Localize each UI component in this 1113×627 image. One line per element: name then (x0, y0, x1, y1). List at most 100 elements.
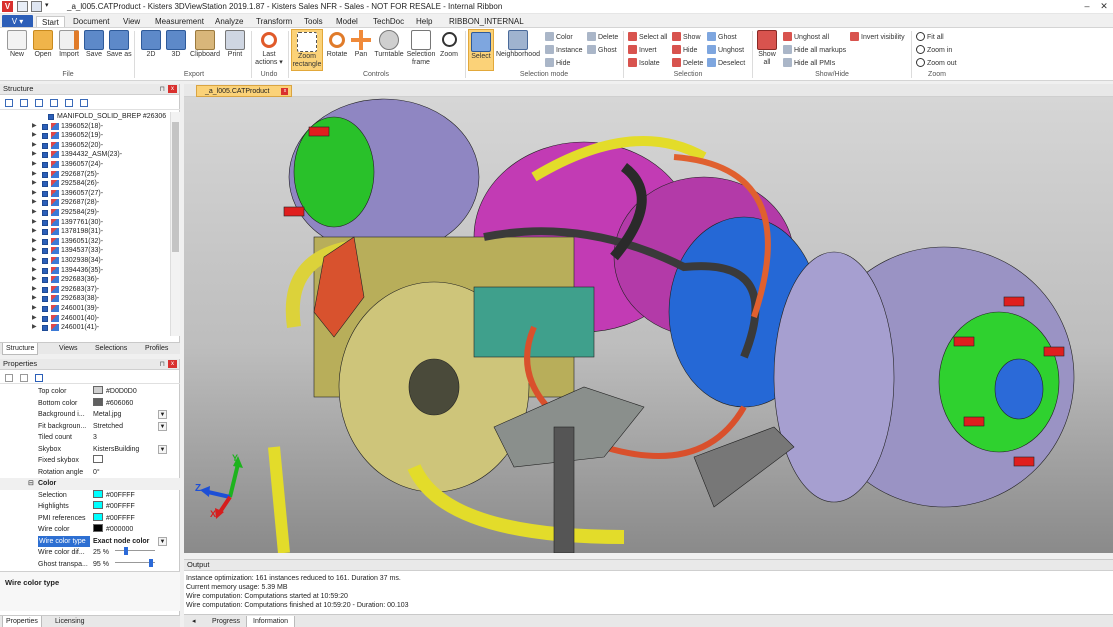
print-quick-icon[interactable] (31, 1, 42, 12)
property-value[interactable]: KistersBuilding (93, 444, 139, 456)
close-panel-button[interactable]: x (168, 85, 177, 93)
dropdown-arrow-icon[interactable]: ▼ (158, 444, 167, 454)
tree-row[interactable]: ▶ 292584(29)- (0, 208, 170, 218)
clipboard-button[interactable]: Clipboard (188, 30, 222, 59)
visibility-checkbox[interactable] (42, 152, 48, 159)
expand-arrow-icon[interactable]: ▶ (32, 246, 37, 256)
expand-arrow-icon[interactable]: ▶ (32, 314, 37, 324)
property-row[interactable]: Selection #00FFFF (0, 489, 180, 502)
tree-row[interactable]: ▶ 292683(38)- (0, 294, 170, 304)
tree-row[interactable]: ▶ 1397761(30)- (0, 218, 170, 228)
visibility-checkbox[interactable] (42, 258, 48, 264)
property-row[interactable]: Highlights #00FFFF (0, 501, 180, 513)
checkbox[interactable] (93, 455, 103, 463)
tree-row[interactable]: ▶ 246001(41)- (0, 323, 170, 333)
show-all-button[interactable]: Show all (756, 30, 778, 67)
property-value[interactable]: #D0D0D0 (93, 386, 137, 398)
unghost-all-button[interactable]: Unghost all (783, 32, 829, 43)
visibility-checkbox[interactable] (42, 142, 48, 149)
tree-row[interactable]: ▶ 1394432_ASM(23)- (0, 150, 170, 160)
unghost-button[interactable]: Unghost (707, 45, 744, 56)
visibility-checkbox[interactable] (42, 248, 48, 255)
expand-arrow-icon[interactable]: ▶ (32, 294, 37, 304)
expand-arrow-icon[interactable]: ▶ (32, 218, 37, 228)
visibility-checkbox[interactable] (42, 123, 48, 130)
hide-button[interactable]: Hide (672, 45, 697, 56)
property-row[interactable]: Fit backgroun... Stretched ▼ (0, 421, 180, 433)
tree-row[interactable]: ▶ 292687(25)- (0, 170, 170, 180)
select-all-button[interactable]: Select all (628, 32, 667, 43)
invert-selection-button[interactable]: Invert (628, 45, 657, 56)
select-button[interactable]: Select (468, 29, 494, 71)
neighborhood-button[interactable]: Neighborhood (496, 30, 540, 59)
expand-arrow-icon[interactable]: ▶ (32, 266, 37, 276)
visibility-checkbox[interactable] (42, 171, 48, 178)
property-row[interactable]: Ghost transpa... 95 % (0, 558, 180, 569)
property-row[interactable]: Wire color dif... 25 % (0, 547, 180, 559)
color-swatch[interactable] (93, 489, 103, 498)
property-row[interactable]: Skybox KistersBuilding ▼ (0, 444, 180, 456)
expand-arrow-icon[interactable]: ▶ (32, 208, 37, 218)
tree-row[interactable]: ▶ 292683(37)- (0, 285, 170, 295)
quick-access-menu-icon[interactable]: ▾ (45, 1, 56, 12)
delete-button[interactable]: Delete (672, 58, 703, 69)
expand-arrow-icon[interactable]: ▶ (32, 160, 37, 170)
new-button[interactable]: New (4, 30, 30, 59)
expand-arrow-icon[interactable]: ▶ (32, 323, 37, 333)
tab-progress[interactable]: Progress (206, 616, 246, 627)
property-value[interactable]: #00FFFF (93, 501, 135, 513)
property-row[interactable]: Wire color type Exact node color ▼ (0, 535, 180, 548)
turntable-button[interactable]: Turntable (373, 30, 405, 59)
close-document-icon[interactable]: x (281, 88, 289, 95)
sort-icon[interactable] (20, 374, 28, 382)
property-value[interactable]: #00FFFF (93, 512, 135, 525)
tree-row[interactable]: ▶ 1396051(32)- (0, 237, 170, 247)
visibility-checkbox[interactable] (42, 133, 48, 140)
ghost-button[interactable]: Ghost (707, 32, 737, 43)
property-row[interactable]: PMI references #00FFFF (0, 512, 180, 525)
visibility-checkbox[interactable] (42, 181, 48, 188)
deselect-button[interactable]: Deselect (707, 58, 745, 69)
visibility-checkbox[interactable] (42, 296, 48, 303)
pin-icon[interactable]: ⊓ (160, 85, 165, 95)
collapse-all-icon[interactable] (20, 99, 28, 107)
visibility-checkbox[interactable] (42, 286, 48, 293)
visibility-checkbox[interactable] (48, 114, 54, 120)
property-value[interactable] (93, 455, 106, 467)
zoom-out-button[interactable]: Zoom out (916, 58, 957, 69)
dropdown-arrow-icon[interactable]: ▼ (158, 536, 167, 546)
export-2d-button[interactable]: 2D (139, 30, 163, 59)
visibility-checkbox[interactable] (42, 306, 48, 312)
property-value[interactable]: Metal.jpg (93, 409, 121, 421)
tree-row[interactable]: ▶ 292687(28)- (0, 198, 170, 208)
zoom-in-button[interactable]: Zoom in (916, 45, 952, 56)
delete-mode-button[interactable]: Delete (587, 32, 618, 43)
scrollbar-thumb[interactable] (172, 122, 179, 252)
tree-row[interactable]: ▶ 292584(26)- (0, 179, 170, 189)
expand-arrow-icon[interactable]: ▶ (32, 189, 37, 199)
property-value[interactable]: 95 % (93, 558, 155, 569)
tree-row[interactable]: ▶ 246001(40)- (0, 314, 170, 324)
expand-arrow-icon[interactable]: ▶ (32, 256, 37, 266)
rotate-button[interactable]: Rotate (324, 30, 350, 59)
hide-mode-button[interactable]: Hide (545, 58, 570, 69)
property-value[interactable]: #00FFFF (93, 489, 135, 502)
tab-selections[interactable]: Selections (92, 343, 130, 354)
import-button[interactable]: Import (55, 30, 83, 59)
print-button[interactable]: Print (222, 30, 248, 59)
expand-arrow-icon[interactable]: ▶ (32, 198, 37, 208)
property-section-color[interactable]: ⊟ Color (0, 478, 180, 490)
expand-arrow-icon[interactable]: ▶ (32, 150, 37, 160)
isolate-button[interactable]: Isolate (628, 58, 660, 69)
property-value[interactable]: Exact node color (93, 536, 149, 548)
color-swatch[interactable] (93, 501, 103, 509)
tree-scrollbar[interactable] (170, 112, 180, 336)
property-row[interactable]: Bottom color #606060 (0, 397, 180, 410)
document-tab[interactable]: _a_l005.CATProduct x (196, 85, 293, 97)
color-swatch[interactable] (93, 524, 103, 532)
dropdown-arrow-icon[interactable]: ▼ (158, 421, 167, 431)
tab-information[interactable]: Information (246, 616, 296, 627)
tab-licensing[interactable]: Licensing (52, 616, 88, 627)
ghost-mode-button[interactable]: Ghost (587, 45, 617, 56)
hide-all-markups-button[interactable]: Hide all markups (783, 45, 846, 56)
